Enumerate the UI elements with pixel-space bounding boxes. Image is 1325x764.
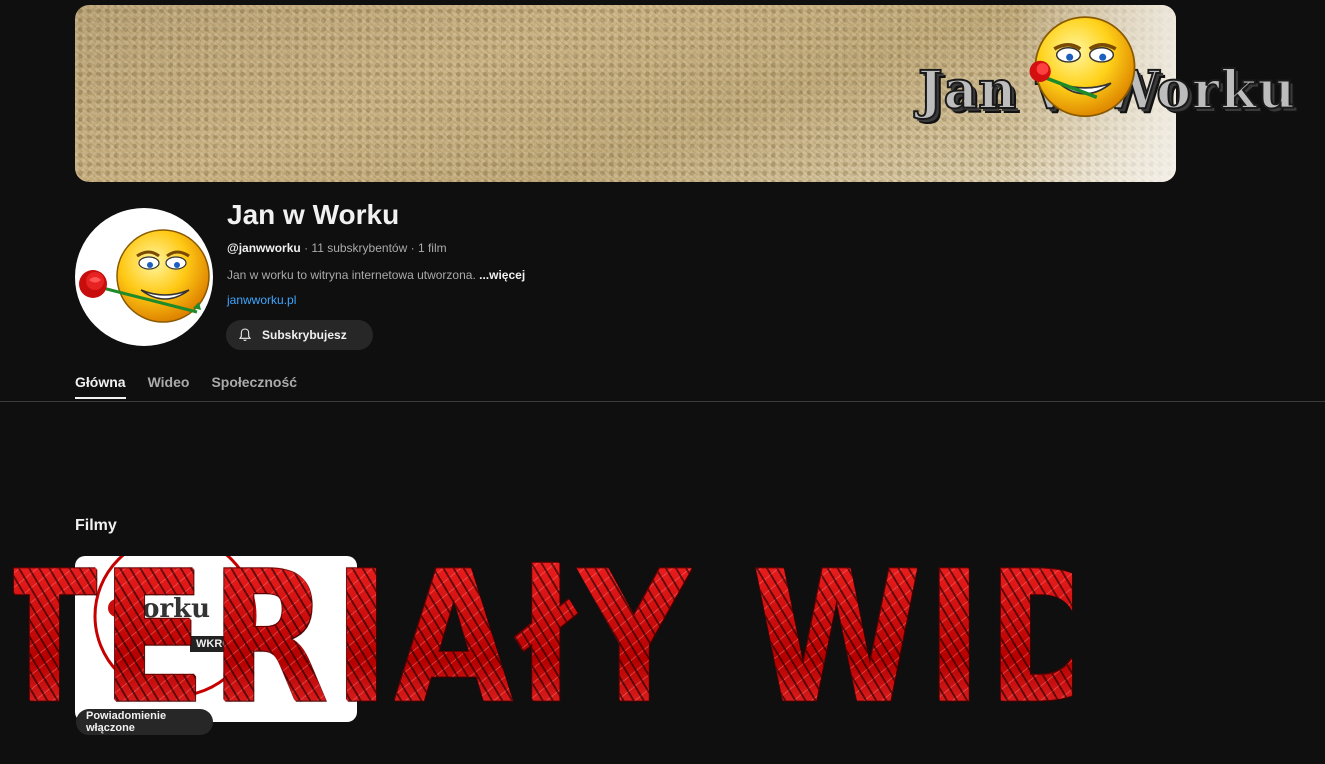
channel-tabs: Główna Wideo Społeczność [75,372,319,399]
thumbnail-text: Worku [115,594,211,624]
channel-page: Jan w Worku [0,0,1325,764]
notifications-button[interactable]: Powiadomienie włączone [76,709,213,735]
section-title: Filmy [75,517,117,534]
meta-separator: · [410,241,415,255]
video-count: 1 film [417,241,447,255]
video-thumbnail[interactable]: Worku WKRÓT [75,556,357,722]
channel-description[interactable]: Jan w worku to witryna internetowa utwor… [227,268,525,282]
meta-separator: · [304,241,309,255]
channel-meta: @janwworku · 11 subskrybentów · 1 film [227,241,447,255]
thumbnail-badge: WKRÓT [190,636,244,652]
channel-website-link[interactable]: janwworku.pl [227,293,296,307]
channel-title: Jan w Worku [227,199,400,230]
video-duration: :44 [122,688,138,700]
smiley-emoji-icon [1029,16,1136,118]
tab-videos[interactable]: Wideo [148,372,190,399]
bell-icon [239,328,251,342]
banner-logo: Jan w Worku [917,10,1298,130]
channel-handle[interactable]: @janwworku [227,241,301,255]
channel-avatar[interactable] [75,208,213,346]
more-link[interactable]: ...więcej [479,268,525,282]
description-text: Jan w worku to witryna internetowa utwor… [227,268,476,282]
subscribed-label: Subskrybujesz [262,328,347,342]
subscribed-button[interactable]: Subskrybujesz [226,320,373,350]
subscriber-count: 11 subskrybentów [311,241,408,255]
tab-community[interactable]: Społeczność [211,372,297,399]
tabs-divider [0,401,1325,402]
tab-home[interactable]: Główna [75,372,126,399]
smiley-rose-icon [79,229,210,323]
